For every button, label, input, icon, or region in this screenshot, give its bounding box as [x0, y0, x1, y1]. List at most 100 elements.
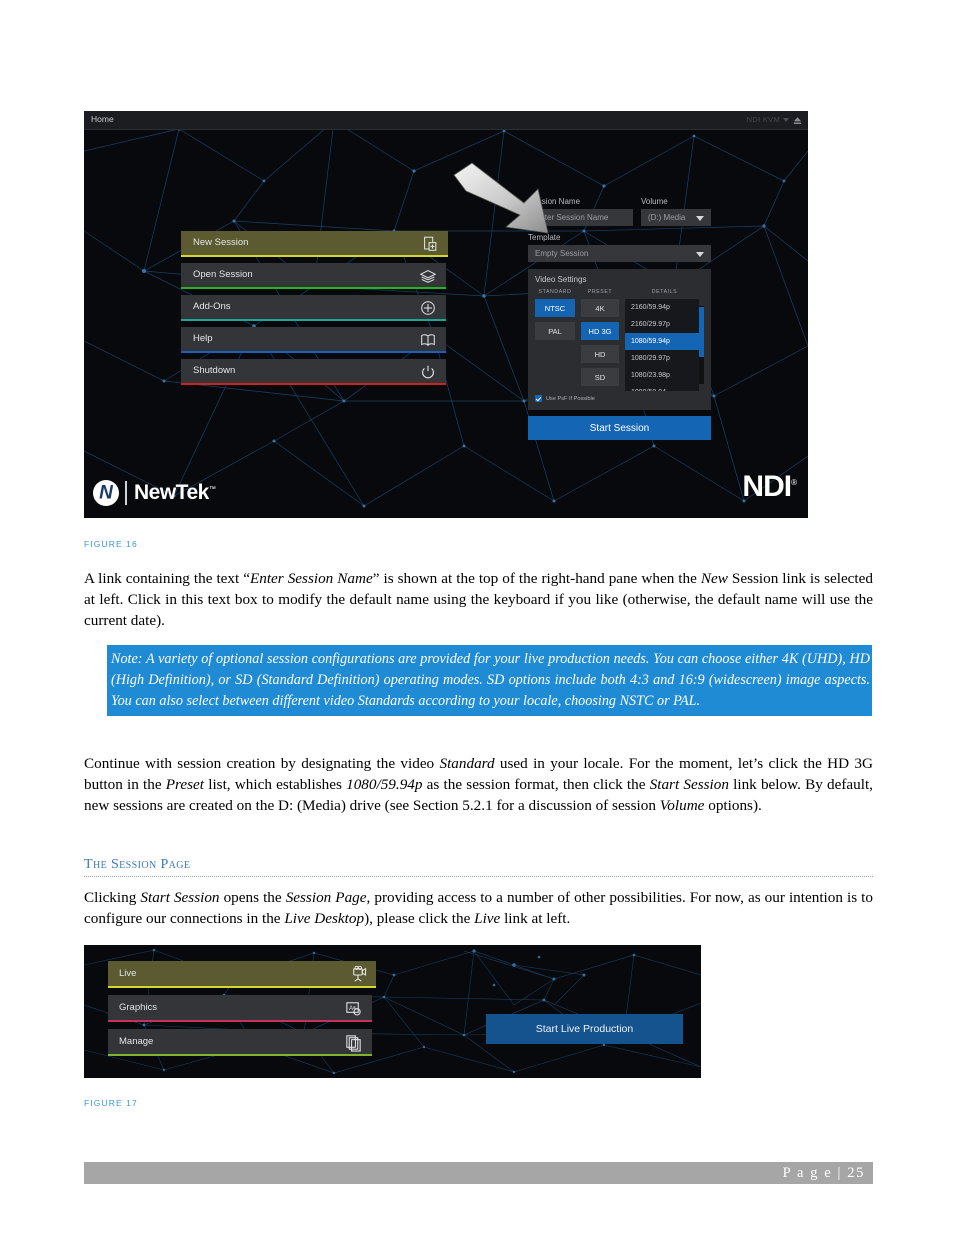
add-ons-icon — [421, 301, 435, 315]
menu-item-manage[interactable]: Manage — [108, 1029, 372, 1056]
copy-pages-icon — [346, 1035, 361, 1052]
para3-emphasis-live-desktop: Live Desktop — [284, 910, 365, 928]
para2-emphasis-preset: Preset — [165, 776, 205, 794]
paragraph-3: Clicking Start Session opens the Session… — [84, 887, 873, 929]
app-titlebar — [84, 111, 808, 130]
home-breadcrumb[interactable]: Home — [91, 114, 114, 124]
details-list-item[interactable]: 1080/59.94 — [625, 384, 704, 391]
chevron-down-icon — [696, 216, 704, 221]
para2-emphasis-start-session: Start Session — [649, 776, 729, 794]
menu-item-graphics[interactable]: Graphics A & — [108, 995, 372, 1022]
pointer-arrow-icon — [453, 162, 549, 234]
details-list-item[interactable]: 1080/23.98p — [625, 367, 704, 384]
volume-dropdown[interactable]: (D:) Media — [641, 209, 711, 226]
details-list-item[interactable]: 1080/29.97p — [625, 350, 704, 367]
paragraph-2: Continue with session creation by design… — [84, 753, 873, 817]
para3-emphasis-session-page: Session Page — [285, 889, 367, 906]
standard-column: STANDARD NTSC PAL — [535, 289, 575, 391]
menu-item-underline — [108, 1054, 372, 1056]
details-list-item[interactable]: 2160/59.94p — [625, 299, 704, 316]
details-column: DETAILS 2160/59.94p 2160/29.97p 1080/59.… — [625, 289, 704, 391]
menu-item-label: New Session — [193, 237, 249, 248]
document-page: Home NDI KVM New Session Open Session Ad… — [0, 0, 954, 1235]
session-menu: New Session Open Session Add-Ons Help Sh… — [181, 231, 448, 391]
newtek-logo: N NewTek™ — [93, 480, 216, 506]
footer-bar: P a g e | 25 — [84, 1162, 873, 1184]
details-column-header: DETAILS — [651, 289, 678, 295]
ndi-kvm-selector[interactable]: NDI KVM — [747, 115, 780, 124]
logo-divider — [125, 481, 127, 505]
volume-value: (D:) Media — [648, 213, 686, 222]
eject-icon[interactable] — [792, 115, 803, 126]
start-session-button[interactable]: Start Session — [528, 416, 711, 440]
para2-part-g: as the session format, then click the — [422, 776, 650, 794]
menu-item-label: Add-Ons — [193, 301, 231, 312]
para2-emphasis-volume: Volume — [659, 797, 705, 815]
newtek-mark-icon: N — [93, 480, 119, 506]
psf-checkbox-row[interactable]: Use PsF If Possible — [535, 395, 704, 402]
standard-ntsc-button[interactable]: NTSC — [535, 299, 575, 317]
preset-hd3g-button[interactable]: HD 3G — [581, 322, 619, 340]
para2-part-k: options). — [704, 797, 762, 815]
video-camera-icon — [353, 965, 367, 982]
scroll-down-arrow-icon[interactable] — [699, 384, 704, 391]
para1-part-a: A link containing the text “ — [84, 570, 250, 587]
menu-item-live[interactable]: Live — [108, 961, 376, 988]
chevron-down-icon[interactable] — [783, 118, 789, 122]
menu-item-label: Live — [119, 968, 137, 979]
session-page-menu: Live Graphics A & Manage — [108, 961, 376, 1063]
para1-emphasis-new: New — [700, 570, 728, 587]
psf-checkbox-label: Use PsF If Possible — [546, 395, 595, 402]
para3-part-i: link at left. — [500, 910, 571, 928]
para2-part-e: list, which establishes — [204, 776, 347, 794]
volume-field-group: Volume (D:) Media — [641, 197, 711, 226]
template-value: Empty Session — [535, 249, 589, 258]
psf-checkbox[interactable] — [535, 395, 542, 402]
preset-4k-button[interactable]: 4K — [581, 299, 619, 317]
menu-item-add-ons[interactable]: Add-Ons — [181, 295, 446, 321]
paragraph-1: A link containing the text “Enter Sessio… — [84, 568, 873, 632]
menu-item-label: Shutdown — [193, 365, 236, 376]
graphics-icon: A & — [346, 1002, 361, 1016]
figure-16-caption: FIGURE 16 — [84, 539, 138, 549]
standard-pal-button[interactable]: PAL — [535, 322, 575, 340]
menu-item-underline — [181, 287, 446, 289]
video-settings-title: Video Settings — [535, 275, 587, 284]
para2-part-a: Continue with session creation by design… — [84, 755, 440, 772]
preset-sd-button[interactable]: SD — [581, 368, 619, 386]
preset-column: PRESET 4K HD 3G HD SD — [581, 289, 619, 391]
menu-item-help[interactable]: Help — [181, 327, 446, 353]
para3-emphasis-start-session: Start Session — [140, 889, 220, 906]
menu-item-open-session[interactable]: Open Session — [181, 263, 446, 289]
menu-item-underline — [108, 1020, 372, 1022]
menu-item-label: Manage — [119, 1036, 154, 1047]
menu-item-shutdown[interactable]: Shutdown — [181, 359, 446, 385]
menu-item-new-session[interactable]: New Session — [181, 231, 448, 257]
figure-17-caption: FIGURE 17 — [84, 1098, 138, 1108]
details-list-item[interactable]: 2160/29.97p — [625, 316, 704, 333]
para2-emphasis-format: 1080/59.94p — [346, 776, 423, 794]
start-live-production-button[interactable]: Start Live Production — [486, 1014, 683, 1044]
note-callout: Note: A variety of optional session conf… — [107, 645, 872, 717]
video-settings-columns: STANDARD NTSC PAL PRESET 4K HD 3G HD SD … — [535, 289, 704, 391]
figure-16-screenshot: Home NDI KVM New Session Open Session Ad… — [84, 111, 808, 518]
details-list-item-selected[interactable]: 1080/59.94p — [625, 333, 704, 350]
help-book-icon — [421, 334, 435, 347]
details-scrollbar[interactable] — [699, 299, 704, 391]
page-number: P a g e | 25 — [782, 1165, 865, 1181]
template-dropdown[interactable]: Empty Session — [528, 245, 711, 262]
scroll-up-arrow-icon[interactable] — [699, 299, 704, 306]
menu-item-label: Graphics — [119, 1002, 158, 1013]
details-list[interactable]: 2160/59.94p 2160/29.97p 1080/59.94p 1080… — [625, 299, 704, 391]
para3-part-g: ), please click the — [364, 910, 475, 928]
menu-item-underline — [181, 255, 448, 257]
menu-item-underline — [181, 319, 446, 321]
scrollbar-thumb[interactable] — [699, 307, 704, 357]
newtek-mark-letter: N — [99, 482, 113, 504]
menu-item-label: Open Session — [193, 269, 253, 280]
para1-part-c: ” is shown at the top of the right-hand … — [372, 570, 701, 587]
menu-item-underline — [108, 986, 376, 988]
ndi-logo: NDI® — [742, 470, 797, 504]
preset-hd-button[interactable]: HD — [581, 345, 619, 363]
video-settings-panel: Video Settings STANDARD NTSC PAL PRESET … — [528, 269, 711, 410]
